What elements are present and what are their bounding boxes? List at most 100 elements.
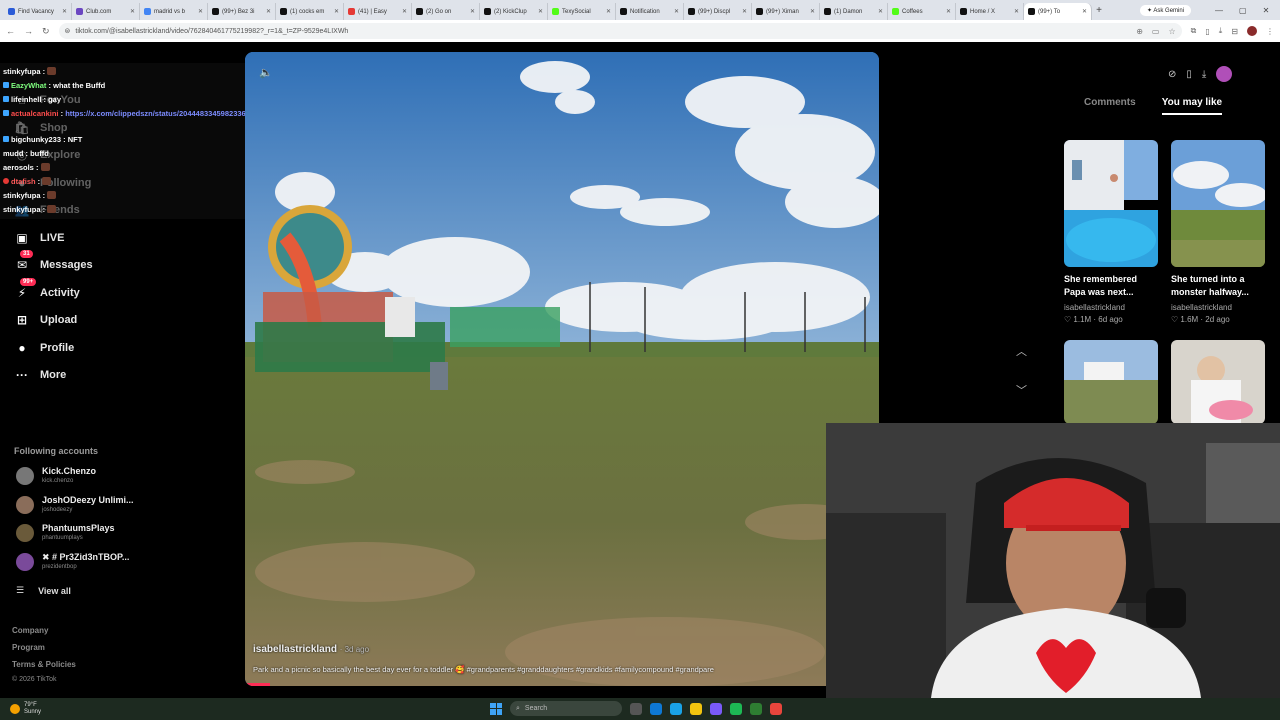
browser-tab[interactable]: Home / X ✕ (956, 3, 1024, 20)
taskbar-search[interactable]: ⌕ Search (510, 701, 622, 716)
sidebar-item-profile[interactable]: ● Profile (14, 340, 74, 356)
download-video-icon[interactable]: ⤓ (1202, 69, 1206, 80)
tab-close-icon[interactable]: ✕ (334, 8, 339, 15)
tiktok-profile-avatar[interactable] (1216, 66, 1233, 82)
task-view-icon[interactable] (630, 702, 642, 715)
browser-tab[interactable]: (2) KickClup ✕ (480, 3, 548, 20)
app-icon[interactable] (750, 702, 762, 715)
sidepanel-icon[interactable]: ▯ (1205, 27, 1209, 36)
sidebar-item-messages[interactable]: ✉ 31 Messages (14, 250, 93, 273)
tab-close-icon[interactable]: ✕ (1082, 8, 1087, 15)
tab-close-icon[interactable]: ✕ (198, 8, 203, 15)
tab-close-icon[interactable]: ✕ (470, 8, 475, 15)
recommended-video-thumb[interactable] (1064, 340, 1158, 424)
back-icon[interactable]: ← (6, 26, 15, 36)
browser-tab[interactable]: Club.com ✕ (72, 3, 140, 20)
bookmark-star-icon[interactable]: ☆ (1168, 27, 1175, 36)
tab-close-icon[interactable]: ✕ (878, 8, 883, 15)
volume-icon[interactable]: 🔈 (259, 66, 273, 80)
weather-widget[interactable]: 79°F Sunny (10, 702, 41, 716)
browser-tab[interactable]: (99+) Ximan ✕ (752, 3, 820, 20)
recommended-author[interactable]: isabellastrickland (1171, 302, 1232, 314)
video-progress-bar[interactable] (245, 683, 271, 686)
zoom-icon[interactable]: ⊕ (1136, 27, 1143, 36)
next-video-arrow-icon[interactable]: ﹀ (1016, 382, 1027, 398)
tab-close-icon[interactable]: ✕ (946, 8, 951, 15)
browser-profile-avatar[interactable] (1247, 26, 1257, 36)
menu-icon[interactable]: ⋮ (1266, 27, 1274, 36)
tab-close-icon[interactable]: ✕ (606, 8, 611, 15)
tab-close-icon[interactable]: ✕ (742, 8, 747, 15)
video-author[interactable]: isabellastrickland · 3d ago (253, 644, 369, 655)
browser-tab[interactable]: (1) cocks em ✕ (276, 3, 344, 20)
screen: Find Vacancy ✕ Club.com ✕ madrid vs b ✕ (99+) … (0, 0, 1280, 720)
browser-tab[interactable]: (2) Go on ✕ (412, 3, 480, 20)
sidebar-item-upload[interactable]: ⊞ Upload (14, 312, 77, 328)
new-tab-button[interactable]: + (1092, 5, 1106, 16)
browser-tab[interactable]: Notification ✕ (616, 3, 684, 20)
recommended-title[interactable]: She remembered Papa was next... (1064, 273, 1158, 299)
tab-comments[interactable]: Comments (1084, 97, 1136, 115)
recommended-author[interactable]: isabellastrickland (1064, 302, 1125, 314)
close-window-button[interactable]: ✕ (1263, 6, 1270, 15)
app-icon[interactable] (650, 702, 662, 715)
windows-start-icon[interactable] (490, 702, 502, 715)
file-explorer-icon[interactable] (690, 702, 702, 715)
following-account[interactable]: PhantuumsPlays phantuumplays (16, 523, 115, 542)
browser-tab[interactable]: (99+) To ✕ (1024, 3, 1092, 20)
sidebar-item-live[interactable]: ▣ LIVE (14, 230, 64, 246)
pip-icon[interactable]: ▯ (1186, 69, 1192, 80)
recommended-video-thumb[interactable] (1064, 140, 1158, 267)
recommended-video-thumb[interactable] (1171, 140, 1265, 267)
browser-tab[interactable]: TexySocial ✕ (548, 3, 616, 20)
browser-tab[interactable]: (41) | Easy ✕ (344, 3, 412, 20)
view-all-button[interactable]: ☰ View all (16, 585, 71, 596)
following-account[interactable]: Kick.Chenzo kick.chenzo (16, 466, 96, 485)
sidebar-item-activity[interactable]: ⚡ 99+ Activity (14, 278, 80, 301)
browser-tab[interactable]: Coffees ✕ (888, 3, 956, 20)
tab-close-icon[interactable]: ✕ (538, 8, 543, 15)
footer-link[interactable]: Company (12, 626, 48, 635)
minimize-button[interactable]: — (1215, 6, 1223, 15)
spotify-icon[interactable] (730, 702, 742, 715)
tab-close-icon[interactable]: ✕ (1014, 8, 1019, 15)
cast-icon[interactable]: ▭ (1152, 27, 1160, 36)
maximize-button[interactable]: ▢ (1239, 6, 1247, 15)
browser-tab[interactable]: madrid vs b ✕ (140, 3, 208, 20)
edge-icon[interactable] (670, 702, 682, 715)
chat-text[interactable]: https://x.com/clippedszn/status/20444833… (65, 109, 273, 118)
tab-close-icon[interactable]: ✕ (62, 8, 67, 15)
recommended-video-thumb[interactable] (1171, 340, 1265, 424)
discord-icon[interactable] (710, 702, 722, 715)
following-account[interactable]: ✖ # Pr3Zid3nTBOP... prezidentbop (16, 552, 129, 571)
site-info-icon[interactable]: ⊜ (65, 27, 71, 35)
tab-close-icon[interactable]: ✕ (130, 8, 135, 15)
browser-tab[interactable]: Find Vacancy ✕ (4, 3, 72, 20)
tab-you-may-like[interactable]: You may like (1162, 97, 1222, 115)
tab-close-icon[interactable]: ✕ (674, 8, 679, 15)
sidebar-item-more[interactable]: ··· More (14, 367, 66, 383)
tab-close-icon[interactable]: ✕ (266, 8, 271, 15)
download-icon[interactable]: ⤓ (1219, 26, 1223, 36)
tab-close-icon[interactable]: ✕ (810, 8, 815, 15)
footer-link[interactable]: Program (12, 643, 45, 652)
split-icon[interactable]: ⊟ (1231, 27, 1238, 36)
forward-icon[interactable]: → (24, 26, 33, 36)
reload-icon[interactable]: ↻ (42, 26, 50, 37)
browser-tab[interactable]: (99+) Discpl ✕ (684, 3, 752, 20)
video-player[interactable]: 🔈 isabellastrickland · 3d ago Park and a… (245, 52, 879, 686)
ask-gemini-button[interactable]: ✦ Ask Gemini (1140, 4, 1192, 16)
following-account[interactable]: JoshODeezy Unlimi... joshodeezy (16, 495, 134, 514)
url-bar[interactable]: ⊜ tiktok.com/@isabellastrickland/video/7… (58, 23, 1182, 39)
share-icon[interactable]: ⊘ (1168, 69, 1176, 80)
browser-tab[interactable]: (1) Damon ✕ (820, 3, 888, 20)
extensions-icon[interactable]: ⧉ (1191, 26, 1197, 36)
chrome-icon[interactable] (770, 702, 782, 715)
tab-close-icon[interactable]: ✕ (402, 8, 407, 15)
previous-video-arrow-icon[interactable]: ︿ (1016, 343, 1027, 359)
right-panel-tabs: Comments You may like (1084, 97, 1222, 115)
browser-tab[interactable]: (99+) Bez 3i ✕ (208, 3, 276, 20)
footer-link: © 2026 TikTok (12, 676, 57, 683)
recommended-title[interactable]: She turned into a monster halfway... (1171, 273, 1265, 299)
footer-link[interactable]: Terms & Policies (12, 660, 76, 669)
